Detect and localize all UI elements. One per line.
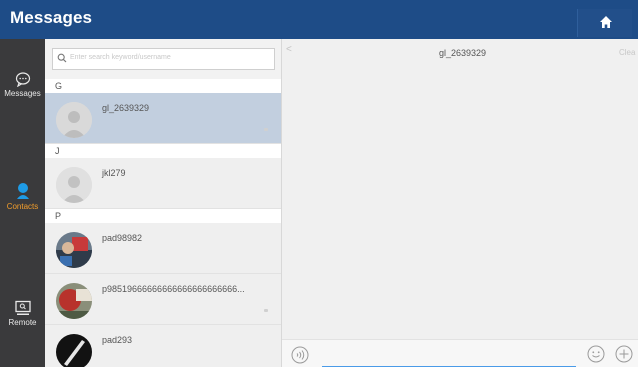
section-letter: G [55, 81, 63, 91]
contact-name: gl_2639329 [102, 103, 150, 113]
section-letter: P [55, 211, 62, 221]
contact-name: pad98982 [102, 233, 143, 243]
voice-icon[interactable] [291, 346, 309, 364]
chat-pane: < gl_2639329 Clea [282, 39, 638, 367]
clear-button[interactable]: Clea [619, 48, 635, 57]
left-nav-rail: Messages Contacts Remote [0, 39, 45, 367]
search-placeholder: Enter search keyword/username [70, 54, 171, 61]
avatar [56, 102, 92, 138]
search-input[interactable]: Enter search keyword/username [52, 48, 275, 70]
remote-screen-icon [14, 300, 31, 315]
rail-label-remote: Remote [8, 318, 37, 327]
avatar [56, 167, 92, 203]
rail-item-remote[interactable]: Remote [0, 300, 45, 328]
app-header: Messages [0, 0, 638, 39]
section-header-p: P [45, 209, 281, 223]
rail-item-messages[interactable]: Messages [0, 71, 45, 99]
contacts-panel: Enter search keyword/username G gl_26393… [45, 39, 282, 367]
rail-item-contacts[interactable]: Contacts [0, 182, 45, 212]
contact-name: pad293 [102, 335, 133, 345]
home-button[interactable] [577, 9, 632, 37]
contact-name: p98519666666666666666666666... [102, 284, 245, 294]
home-icon [600, 16, 612, 28]
avatar [56, 334, 92, 367]
back-button[interactable]: < [286, 44, 292, 55]
page-title: Messages [10, 8, 93, 27]
chat-title: gl_2639329 [439, 48, 487, 58]
search-icon [57, 53, 67, 63]
rail-label-messages: Messages [4, 89, 41, 98]
contact-row[interactable]: pad98982 [45, 223, 281, 274]
contact-person-icon [16, 183, 29, 199]
section-header-j: J [45, 144, 281, 158]
contact-row[interactable]: jkl279 [45, 158, 281, 209]
chat-input-bar [282, 339, 638, 367]
contact-row[interactable]: p98519666666666666666666666... [45, 274, 281, 325]
contact-row[interactable]: gl_2639329 [45, 93, 281, 144]
rail-label-contacts: Contacts [6, 202, 39, 211]
plus-icon[interactable] [615, 345, 633, 363]
chevron-icon [264, 309, 268, 312]
avatar [56, 232, 92, 268]
chevron-icon [264, 128, 268, 131]
contact-row[interactable]: pad293 [45, 325, 281, 367]
section-letter: J [55, 146, 60, 156]
chat-bubble-icon [15, 72, 30, 87]
section-header-g: G [45, 79, 281, 93]
contact-name: jkl279 [102, 168, 126, 178]
emoji-icon[interactable] [587, 345, 605, 363]
avatar [56, 283, 92, 319]
